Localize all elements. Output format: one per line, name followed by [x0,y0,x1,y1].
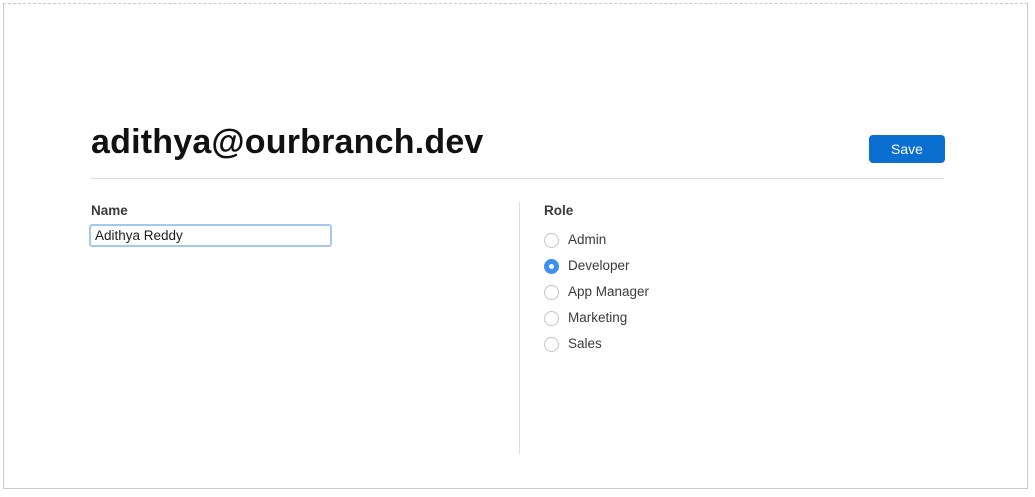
role-option-label: App Manager [568,284,650,299]
role-option-developer[interactable]: Developer [544,253,649,279]
radio-button[interactable] [544,232,559,248]
radio-button[interactable] [544,310,559,326]
radio-button[interactable] [544,258,559,274]
page-title: adithya@ourbranch.dev [91,123,484,161]
name-field[interactable] [89,224,332,247]
role-option-label: Developer [568,258,630,273]
radio-button[interactable] [544,336,559,352]
role-option-label: Marketing [568,310,628,325]
role-option-label: Admin [568,232,607,247]
column-divider [519,202,520,454]
role-label: Role [544,203,574,218]
dialog-frame: adithya@ourbranch.dev Save Name Role Adm… [3,3,1028,489]
role-option-label: Sales [568,336,602,351]
radio-button[interactable] [544,284,559,300]
role-radio-group: Admin Developer App Manager Marketing Sa… [544,227,649,357]
role-option-marketing[interactable]: Marketing [544,305,649,331]
role-option-sales[interactable]: Sales [544,331,649,357]
save-button[interactable]: Save [869,135,945,163]
role-option-app-manager[interactable]: App Manager [544,279,649,305]
header-divider [91,178,944,179]
role-option-admin[interactable]: Admin [544,227,649,253]
name-label: Name [91,203,128,218]
